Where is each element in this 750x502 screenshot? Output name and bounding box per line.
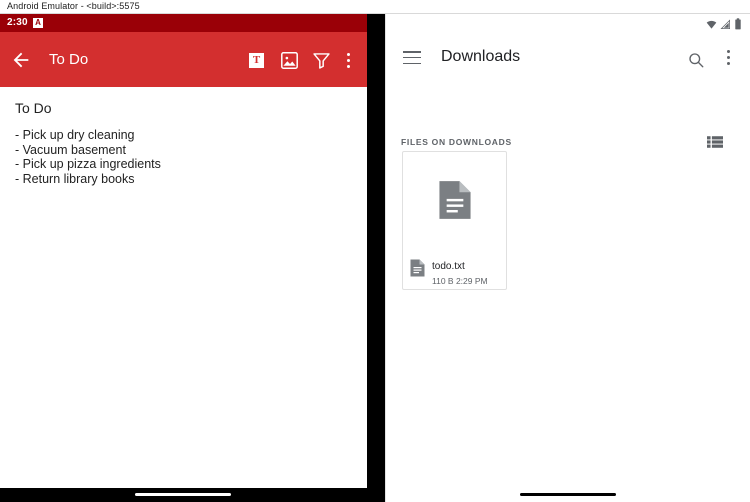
note-line: - Return library books <box>15 171 135 186</box>
file-text-block: todo.txt 110 B 2:29 PM <box>432 256 488 286</box>
file-thumbnail <box>403 152 506 252</box>
wifi-icon <box>706 17 717 35</box>
note-line: - Vacuum basement <box>15 142 126 157</box>
overflow-dots <box>347 53 350 71</box>
app-notification-icon: A <box>33 18 43 28</box>
right-emulator-device: Downloads Images <box>385 14 750 502</box>
text-document-icon <box>438 180 472 225</box>
left-status-bar: 2:30 A <box>0 14 367 32</box>
left-emulator-device: 2:30 A To Do T To Do - Pick up dry clean… <box>0 14 385 502</box>
home-gesture-pill[interactable] <box>520 493 616 496</box>
battery-icon <box>734 17 742 35</box>
emulator-window: Android Emulator - <build>:5575 2:30 A T… <box>0 0 750 502</box>
cell-signal-icon <box>720 17 731 35</box>
back-arrow-icon[interactable] <box>10 49 32 71</box>
right-status-bar <box>386 14 750 36</box>
overflow-menu-icon[interactable] <box>343 50 355 71</box>
filter-funnel-icon[interactable] <box>311 50 333 71</box>
hamburger-menu-icon[interactable] <box>403 51 421 65</box>
note-line: - Pick up pizza ingredients <box>15 157 161 171</box>
text-document-icon <box>410 259 425 282</box>
files-app-title: Downloads <box>441 48 521 65</box>
file-name: todo.txt <box>432 260 465 272</box>
status-bar-icons <box>706 17 742 35</box>
file-details: 110 B 2:29 PM <box>432 275 488 286</box>
note-line: - Pick up dry cleaning <box>15 128 135 142</box>
home-gesture-pill[interactable] <box>135 493 231 496</box>
note-heading: To Do <box>15 100 52 116</box>
text-format-glyph: T <box>249 53 264 68</box>
files-app-bar: Downloads <box>386 36 750 82</box>
filter-chip-row: Images Audio <box>386 94 750 120</box>
window-titlebar: Android Emulator - <build>:5575 <box>0 0 750 14</box>
left-device-screen: 2:30 A To Do T To Do - Pick up dry clean… <box>0 14 367 488</box>
note-body-lines: - Pick up dry cleaning - Vacuum basement… <box>15 128 161 186</box>
text-format-icon[interactable]: T <box>246 50 268 71</box>
left-navigation-bar <box>0 488 385 502</box>
right-navigation-bar <box>386 488 750 502</box>
list-view-toggle-icon[interactable] <box>707 135 723 149</box>
window-title-text: Android Emulator - <build>:5575 <box>7 1 140 11</box>
search-icon[interactable] <box>687 51 705 69</box>
notes-app-title: To Do <box>49 51 89 68</box>
section-label: FILES ON DOWNLOADS <box>401 137 512 147</box>
overflow-menu-icon[interactable] <box>722 50 734 68</box>
notes-app-bar: To Do T <box>0 32 367 87</box>
file-meta-row: todo.txt 110 B 2:29 PM <box>403 252 506 289</box>
insert-image-icon[interactable] <box>279 50 301 71</box>
file-card-todo-txt[interactable]: todo.txt 110 B 2:29 PM <box>402 151 507 290</box>
status-bar-clock: 2:30 <box>7 17 28 28</box>
note-content-area[interactable]: To Do - Pick up dry cleaning - Vacuum ba… <box>0 87 367 488</box>
